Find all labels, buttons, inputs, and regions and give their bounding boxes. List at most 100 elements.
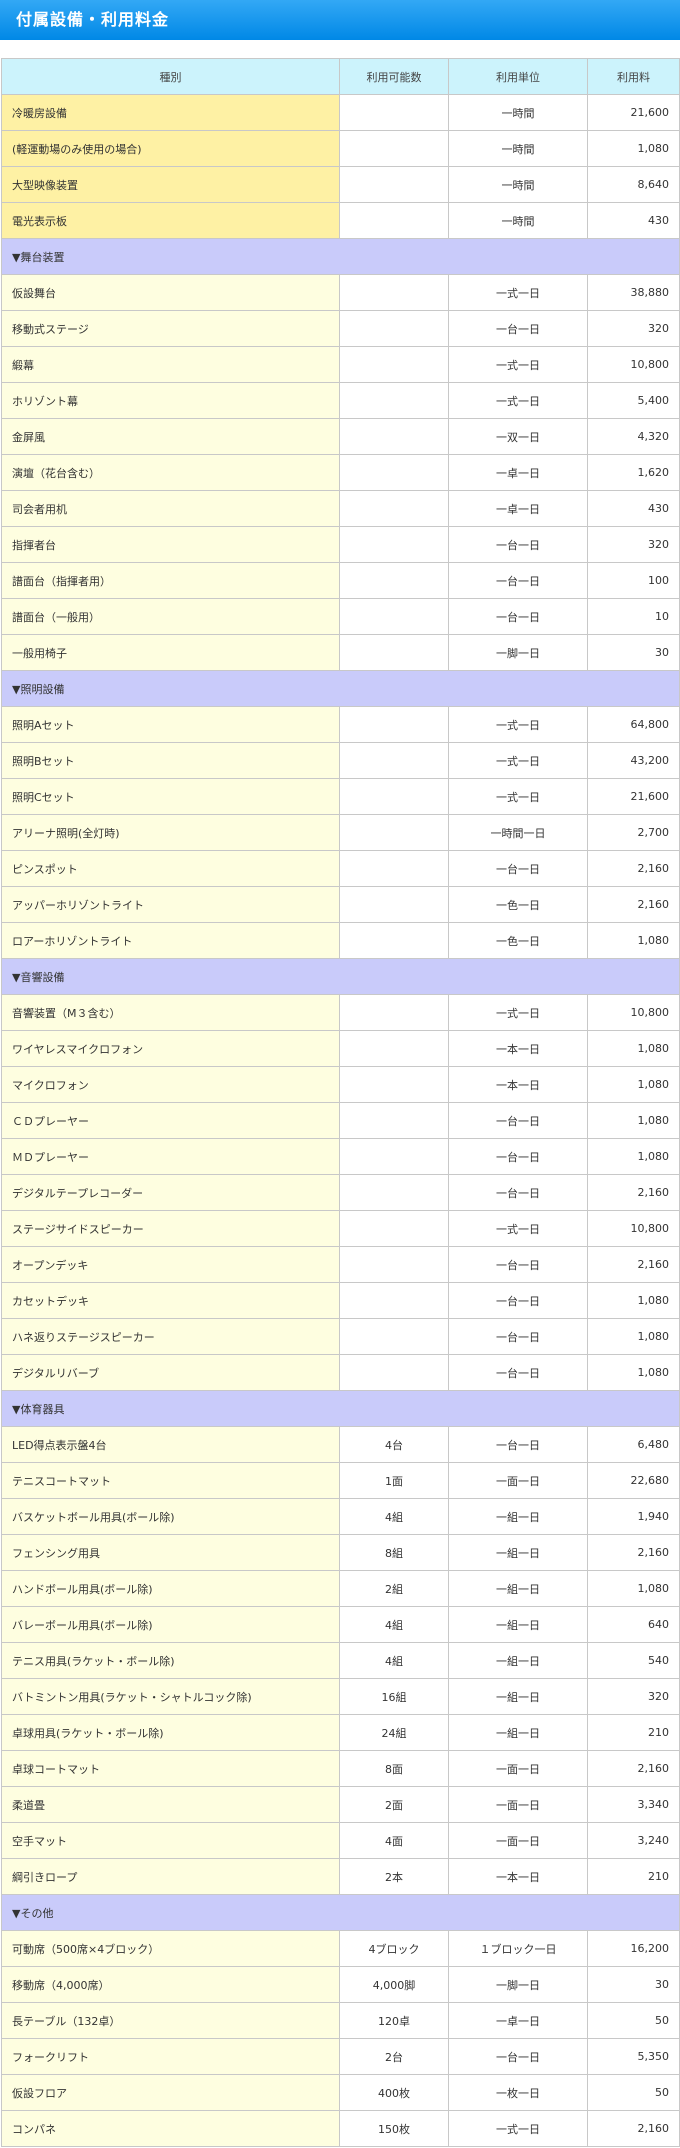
item-unit-cell: 一脚一日	[448, 1966, 588, 2003]
item-count-cell	[339, 814, 449, 851]
item-unit-cell: 一式一日	[448, 1210, 588, 1247]
table-row: 可動席（500席×4ブロック） 4ブロック １ブロック一日 16,200	[1, 1930, 680, 1967]
item-unit-cell: 一式一日	[448, 2110, 588, 2147]
section-header-row: ▼音響設備	[1, 958, 680, 995]
item-count-cell	[339, 94, 449, 131]
item-name-cell: 移動式ステージ	[1, 310, 340, 347]
item-count-cell: 400枚	[339, 2074, 449, 2111]
item-unit-cell: 一式一日	[448, 706, 588, 743]
item-fee-cell: 3,240	[587, 1822, 680, 1859]
item-fee-cell: 2,160	[587, 1174, 680, 1211]
item-name-cell: オープンデッキ	[1, 1246, 340, 1283]
table-row: 緞幕 一式一日 10,800	[1, 346, 680, 383]
item-unit-cell: 一枚一日	[448, 2074, 588, 2111]
item-unit-cell: 一卓一日	[448, 2002, 588, 2039]
table-row: テニスコートマット 1面 一面一日 22,680	[1, 1462, 680, 1499]
section-header-row: ▼その他	[1, 1894, 680, 1931]
item-count-cell	[339, 886, 449, 923]
item-fee-cell: 50	[587, 2002, 680, 2039]
table-row: 綱引きロープ 2本 一本一日 210	[1, 1858, 680, 1895]
item-unit-cell: 一面一日	[448, 1462, 588, 1499]
item-fee-cell: 1,080	[587, 1030, 680, 1067]
item-name-cell: アッパーホリゾントライト	[1, 886, 340, 923]
section-header-row: ▼照明設備	[1, 670, 680, 707]
item-count-cell	[339, 526, 449, 563]
item-name-cell: 卓球コートマット	[1, 1750, 340, 1787]
item-unit-cell: 一面一日	[448, 1786, 588, 1823]
item-unit-cell: 一本一日	[448, 1066, 588, 1103]
item-count-cell: 4ブロック	[339, 1930, 449, 1967]
table-row: 仮設フロア 400枚 一枚一日 50	[1, 2074, 680, 2111]
item-fee-cell: 16,200	[587, 1930, 680, 1967]
table-row: LED得点表示盤4台 4台 一台一日 6,480	[1, 1426, 680, 1463]
item-fee-cell: 30	[587, 634, 680, 671]
item-name-cell: 空手マット	[1, 1822, 340, 1859]
table-row: オープンデッキ 一台一日 2,160	[1, 1246, 680, 1283]
item-count-cell	[339, 130, 449, 167]
item-name-cell: 可動席（500席×4ブロック）	[1, 1930, 340, 1967]
item-unit-cell: 一組一日	[448, 1606, 588, 1643]
item-count-cell	[339, 1138, 449, 1175]
fee-table: 種別 利用可能数 利用単位 利用料 冷暖房設備 一時間 21,600 (軽運動場のみ使…	[1, 58, 680, 2147]
item-fee-cell: 21,600	[587, 94, 680, 131]
table-row: 移動席（4,000席） 4,000脚 一脚一日 30	[1, 1966, 680, 2003]
item-fee-cell: 2,160	[587, 886, 680, 923]
item-count-cell: 8面	[339, 1750, 449, 1787]
table-row: 仮設舞台 一式一日 38,880	[1, 274, 680, 311]
fee-table-wrapper: 種別 利用可能数 利用単位 利用料 冷暖房設備 一時間 21,600 (軽運動場のみ使…	[0, 40, 680, 2147]
item-unit-cell: 一式一日	[448, 778, 588, 815]
table-row: 指揮者台 一台一日 320	[1, 526, 680, 563]
item-name-cell: 司会者用机	[1, 490, 340, 527]
item-name-cell: バトミントン用具(ラケット・シャトルコック除)	[1, 1678, 340, 1715]
table-row: バスケットボール用具(ボール除) 4組 一組一日 1,940	[1, 1498, 680, 1535]
item-name-cell: 電光表示板	[1, 202, 340, 239]
item-name-cell: テニスコートマット	[1, 1462, 340, 1499]
item-count-cell	[339, 562, 449, 599]
item-unit-cell: 一台一日	[448, 1138, 588, 1175]
item-fee-cell: 2,700	[587, 814, 680, 851]
item-fee-cell: 38,880	[587, 274, 680, 311]
item-fee-cell: 1,080	[587, 922, 680, 959]
item-count-cell	[339, 850, 449, 887]
item-name-cell: 照明Aセット	[1, 706, 340, 743]
item-unit-cell: 一面一日	[448, 1750, 588, 1787]
table-row: ハネ返りステージスピーカー 一台一日 1,080	[1, 1318, 680, 1355]
item-unit-cell: 一双一日	[448, 418, 588, 455]
item-name-cell: 大型映像装置	[1, 166, 340, 203]
item-name-cell: 冷暖房設備	[1, 94, 340, 131]
item-count-cell: 4面	[339, 1822, 449, 1859]
item-count-cell	[339, 706, 449, 743]
table-row: ホリゾント幕 一式一日 5,400	[1, 382, 680, 419]
table-row: 司会者用机 一卓一日 430	[1, 490, 680, 527]
item-name-cell: 演壇（花台含む）	[1, 454, 340, 491]
item-count-cell: 1面	[339, 1462, 449, 1499]
item-fee-cell: 2,160	[587, 1246, 680, 1283]
item-name-cell: ハネ返りステージスピーカー	[1, 1318, 340, 1355]
item-unit-cell: 一組一日	[448, 1570, 588, 1607]
table-row: 卓球用具(ラケット・ボール除) 24組 一組一日 210	[1, 1714, 680, 1751]
item-fee-cell: 1,080	[587, 1354, 680, 1391]
item-unit-cell: 一脚一日	[448, 634, 588, 671]
item-fee-cell: 22,680	[587, 1462, 680, 1499]
item-unit-cell: 一式一日	[448, 742, 588, 779]
item-name-cell: ＭＤプレーヤー	[1, 1138, 340, 1175]
item-count-cell	[339, 634, 449, 671]
item-name-cell: ホリゾント幕	[1, 382, 340, 419]
item-unit-cell: 一本一日	[448, 1858, 588, 1895]
item-unit-cell: 一時間	[448, 130, 588, 167]
item-unit-cell: 一時間	[448, 202, 588, 239]
section-title: ▼その他	[1, 1894, 680, 1931]
item-unit-cell: 一面一日	[448, 1822, 588, 1859]
table-row: 譜面台（指揮者用） 一台一日 100	[1, 562, 680, 599]
item-count-cell: 2面	[339, 1786, 449, 1823]
item-fee-cell: 10,800	[587, 994, 680, 1031]
item-unit-cell: 一台一日	[448, 1174, 588, 1211]
item-fee-cell: 5,400	[587, 382, 680, 419]
item-name-cell: 譜面台（指揮者用）	[1, 562, 340, 599]
item-count-cell: 2組	[339, 1570, 449, 1607]
table-row: バレーボール用具(ボール除) 4組 一組一日 640	[1, 1606, 680, 1643]
item-count-cell: 8組	[339, 1534, 449, 1571]
table-row: 冷暖房設備 一時間 21,600	[1, 94, 680, 131]
table-row: テニス用具(ラケット・ボール除) 4組 一組一日 540	[1, 1642, 680, 1679]
item-unit-cell: 一本一日	[448, 1030, 588, 1067]
